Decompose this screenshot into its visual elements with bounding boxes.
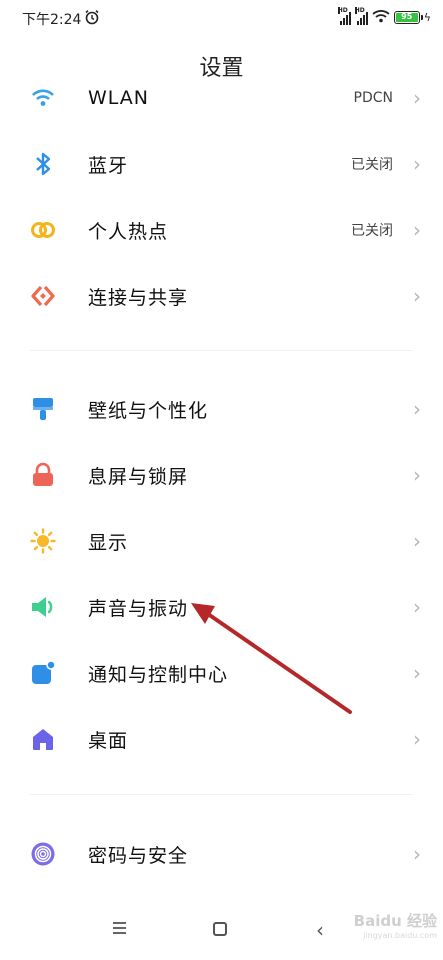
- settings-item-lockscreen[interactable]: 息屏与锁屏 ›: [0, 442, 443, 508]
- wifi-status-icon: [372, 8, 390, 27]
- settings-item-connection-sharing[interactable]: 连接与共享 ›: [0, 263, 443, 329]
- connection-sharing-icon: [30, 283, 56, 309]
- speaker-icon: [30, 594, 56, 620]
- settings-item-label: 息屏与锁屏: [88, 465, 189, 488]
- chevron-right-icon: ›: [413, 463, 421, 487]
- settings-item-label: 声音与振动: [88, 597, 189, 620]
- settings-list: WLAN PDCN › 蓝牙 已关闭 › 个人热点 已关闭 › 连接与共享 › …: [0, 70, 443, 890]
- wifi-icon: [30, 85, 56, 111]
- settings-item-label: 显示: [88, 531, 129, 554]
- chevron-right-icon: ›: [413, 661, 421, 685]
- settings-item-hotspot[interactable]: 个人热点 已关闭 ›: [0, 197, 443, 263]
- signal-icon: HD: [337, 6, 351, 25]
- chevron-right-icon: ›: [413, 86, 421, 110]
- signal-icon: HD: [354, 6, 368, 25]
- settings-item-label: WLAN: [88, 87, 150, 109]
- settings-item-value: 已关闭: [351, 223, 393, 239]
- settings-item-label: 桌面: [88, 729, 129, 752]
- chevron-right-icon: ›: [413, 218, 421, 242]
- settings-item-home-screen[interactable]: 桌面 ›: [0, 706, 443, 772]
- charging-icon: ϟ: [423, 11, 431, 24]
- battery-level: 95: [395, 13, 418, 22]
- watermark-subtext: jingyan.baidu.com: [363, 931, 437, 940]
- bluetooth-icon: [30, 151, 56, 177]
- section-divider: [30, 350, 413, 351]
- settings-item-wlan[interactable]: WLAN PDCN ›: [0, 70, 443, 131]
- chevron-right-icon: ›: [413, 397, 421, 421]
- settings-item-password-security[interactable]: 密码与安全 ›: [0, 821, 443, 887]
- settings-item-notifications[interactable]: 通知与控制中心 ›: [0, 640, 443, 706]
- settings-item-label: 连接与共享: [88, 286, 189, 309]
- home-icon: [30, 726, 56, 752]
- back-button[interactable]: ‹: [316, 918, 324, 942]
- chevron-right-icon: ›: [413, 284, 421, 308]
- hotspot-icon: [30, 217, 56, 243]
- settings-item-display[interactable]: 显示 ›: [0, 508, 443, 574]
- fingerprint-icon: [30, 841, 56, 867]
- chevron-right-icon: ›: [413, 595, 421, 619]
- chevron-right-icon: ›: [413, 529, 421, 553]
- status-time: 下午2:24: [22, 12, 82, 28]
- settings-item-label: 密码与安全: [88, 844, 189, 867]
- settings-item-label: 通知与控制中心: [88, 663, 229, 686]
- battery-icon: 95: [393, 11, 423, 24]
- wallpaper-brush-icon: [30, 396, 56, 422]
- alarm-icon: [84, 9, 100, 29]
- settings-item-label: 壁纸与个性化: [88, 399, 209, 422]
- status-bar: 下午2:24 HD HD 95 ϟ: [0, 0, 443, 36]
- settings-item-bluetooth[interactable]: 蓝牙 已关闭 ›: [0, 131, 443, 197]
- chevron-right-icon: ›: [413, 727, 421, 751]
- watermark: Baidu 经验 jingyan.baidu.com: [354, 910, 437, 940]
- section-divider: [30, 794, 413, 795]
- lock-icon: [30, 462, 56, 488]
- watermark-text: Baidu 经验: [353, 912, 437, 930]
- settings-item-value: PDCN: [353, 90, 393, 106]
- settings-item-wallpaper[interactable]: 壁纸与个性化 ›: [0, 376, 443, 442]
- sun-icon: [30, 528, 56, 554]
- chevron-right-icon: ›: [413, 152, 421, 176]
- home-button[interactable]: [213, 922, 227, 936]
- menu-icon[interactable]: [113, 922, 126, 937]
- chevron-right-icon: ›: [413, 842, 421, 866]
- settings-item-value: 已关闭: [351, 157, 393, 173]
- settings-item-label: 个人热点: [88, 220, 169, 243]
- notification-icon: [30, 660, 56, 686]
- settings-item-label: 蓝牙: [88, 154, 129, 177]
- settings-item-sound-vibration[interactable]: 声音与振动 ›: [0, 574, 443, 640]
